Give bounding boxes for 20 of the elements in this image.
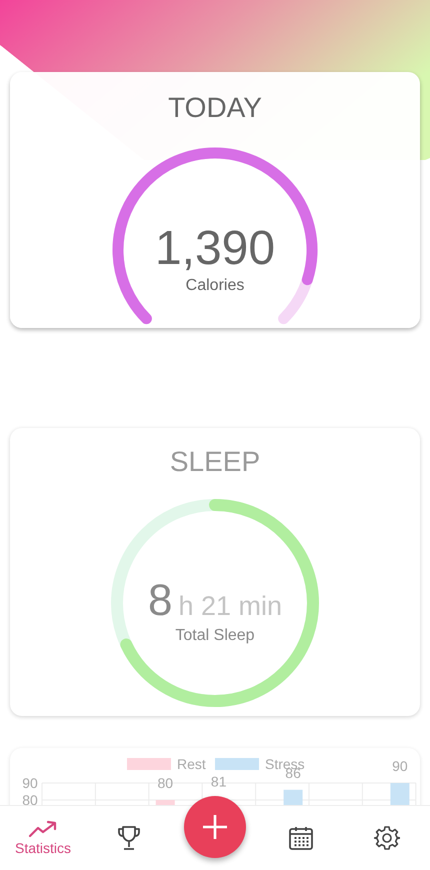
data-label: 81: [210, 773, 226, 790]
calories-label: Calories: [186, 276, 244, 296]
chart-bar: [390, 783, 410, 805]
data-label: 80: [158, 775, 174, 791]
sleep-caption: Total Sleep: [175, 626, 255, 646]
data-label: 90: [392, 758, 408, 774]
axis-label: 90: [22, 775, 38, 791]
calendar-icon: [288, 825, 314, 851]
legend-label: Rest: [177, 756, 206, 772]
plus-icon: [202, 814, 228, 840]
nav-tab[interactable]: Statistics: [10, 806, 75, 870]
calories-value: 1,390: [154, 222, 276, 276]
settings-icon: [374, 825, 400, 851]
trend-icon: [28, 820, 58, 838]
card-title: TODAY: [168, 91, 262, 125]
trophy-icon: [117, 825, 141, 851]
axis-label: 80: [22, 792, 38, 805]
sleep-minutes: h 21 min: [178, 591, 282, 622]
sleep-hours: 8: [148, 576, 172, 626]
card-title: SLEEP: [170, 445, 260, 479]
